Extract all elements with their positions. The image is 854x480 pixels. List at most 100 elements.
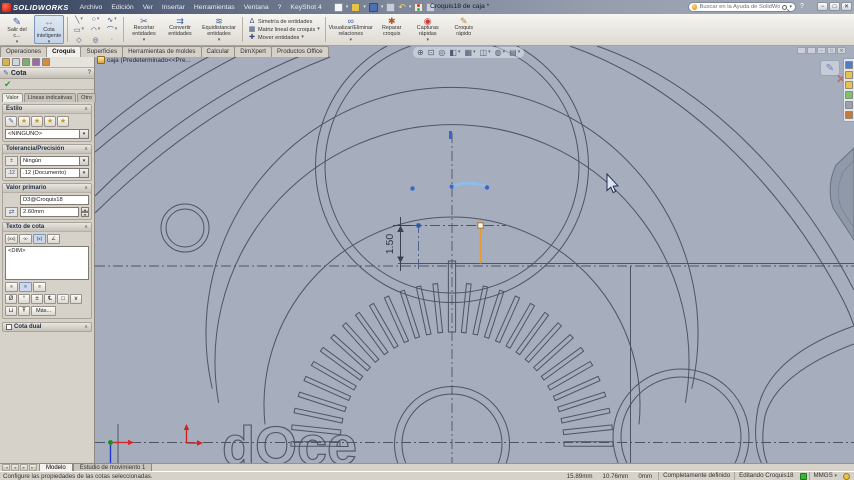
view-orientation-icon[interactable]: ▦ ▾ <box>464 48 475 58</box>
zoom-fit-icon[interactable]: ⊕ <box>417 48 424 58</box>
apply-scene-icon[interactable]: ▤ ▾ <box>509 48 520 58</box>
more-symbols-button[interactable]: Más... <box>31 306 57 316</box>
tab-productos-office[interactable]: Productos Office <box>271 46 329 57</box>
collapse-icon[interactable]: ∧ <box>84 324 88 330</box>
first-tab-icon[interactable]: |◄ <box>2 464 10 471</box>
arc-tool[interactable]: ◠ ▾ <box>88 25 104 35</box>
trim-entities-button[interactable]: ✂ Recortar entidades ▾ <box>127 15 161 44</box>
collapse-icon[interactable]: ∧ <box>84 146 88 152</box>
sketch-text-logo[interactable]: dOce <box>221 415 357 463</box>
close-button[interactable]: ✕ <box>841 2 852 11</box>
degree-symbol-button[interactable]: ° <box>18 294 30 304</box>
flyout-feature-tree[interactable]: caja (Predeterminado<<Pre... <box>97 56 191 64</box>
tab-valor[interactable]: Valor <box>2 93 23 102</box>
collapse-icon[interactable]: ∧ <box>84 224 88 230</box>
zoom-area-icon[interactable]: ⊡ <box>428 48 435 58</box>
quick-tips-icon[interactable] <box>799 472 807 480</box>
style-delete-button[interactable]: ★ <box>31 116 43 127</box>
sketch-point[interactable] <box>484 185 490 190</box>
property-manager-icon[interactable] <box>12 58 20 66</box>
style-dropdown[interactable]: <NINGUNO> ▾ <box>5 129 89 139</box>
sketch-point[interactable] <box>449 131 452 139</box>
tab-croquis[interactable]: Croquis <box>46 46 82 57</box>
open-icon[interactable] <box>351 2 361 12</box>
dimension-name-field[interactable]: D3@Croquis18 <box>20 195 89 205</box>
tab-operaciones[interactable]: Operaciones <box>0 46 48 57</box>
dimension-text[interactable]: 1.50 <box>384 234 396 255</box>
dual-dimension-checkbox[interactable] <box>6 324 12 330</box>
circle-tool[interactable]: ○ ▾ <box>88 15 104 25</box>
restore-button[interactable]: □ <box>829 2 840 11</box>
save-icon[interactable] <box>368 2 378 12</box>
hide-show-items-icon[interactable]: ◍ ▾ <box>495 48 506 58</box>
sketch-point[interactable] <box>449 184 454 189</box>
configuration-manager-icon[interactable] <box>22 58 30 66</box>
justify-left-button[interactable]: ≡ <box>5 282 18 292</box>
plusminus-symbol-button[interactable]: ± <box>31 294 43 304</box>
dropdown-arrow-icon[interactable]: ▾ <box>79 157 88 165</box>
minimize-button[interactable]: − <box>817 2 828 11</box>
style-apply-default-button[interactable]: ✎ <box>5 116 17 127</box>
tolerance-dropdown[interactable]: Ningún ▾ <box>20 156 89 166</box>
ellipse-tool[interactable]: ⌒ ▾ <box>104 25 120 35</box>
doc-next-icon[interactable] <box>807 47 816 54</box>
tab-lineas-indicativas[interactable]: Líneas indicativas <box>23 93 77 102</box>
display-manager-icon[interactable] <box>42 58 50 66</box>
dimxpert-manager-icon[interactable] <box>32 58 40 66</box>
spline-tool[interactable]: ∿ ▾ <box>104 15 120 25</box>
tab-dimxpert[interactable]: DimXpert <box>234 46 272 57</box>
dropdown-arrow-icon[interactable]: ▾ <box>79 169 88 177</box>
search-tab-icon[interactable] <box>845 91 853 99</box>
dropdown-arrow-icon[interactable]: ▾ <box>79 130 88 138</box>
tab-otro[interactable]: Otro <box>77 93 97 102</box>
tab-estudio-movimiento[interactable]: Estudio de movimiento 1 <box>72 463 153 471</box>
snapshots-button[interactable]: ◉ Capturas rápidas ▾ <box>411 15 445 44</box>
style-load-button[interactable]: ★ <box>57 116 69 127</box>
exit-sketch-button[interactable]: ✎ Salir del c... ▾ <box>2 15 32 44</box>
resources-tab-icon[interactable] <box>845 61 853 69</box>
menu-archivo[interactable]: Archivo <box>80 4 103 11</box>
precision-dropdown[interactable]: .12 (Documento) ▾ <box>20 168 89 178</box>
sketch-endpoint-handle[interactable] <box>477 222 484 229</box>
slot-symbol-button[interactable]: ⊔ <box>5 306 17 316</box>
tab-modelo[interactable]: Modelo <box>39 463 73 471</box>
menu-herramientas[interactable]: Herramientas <box>194 4 235 11</box>
feature-manager-icon[interactable] <box>2 58 10 66</box>
inspection-toggle[interactable]: -x- <box>19 234 32 244</box>
ok-check-icon[interactable]: ✔ <box>4 79 12 90</box>
menu-keyshot[interactable]: KeyShot 4 <box>290 4 321 11</box>
print-icon[interactable] <box>386 2 396 12</box>
style-add-button[interactable]: ★ <box>18 116 30 127</box>
move-entities-button[interactable]: ✚ Mover entidades ▾ <box>248 34 320 41</box>
search-icon[interactable] <box>782 4 788 10</box>
collapse-icon[interactable]: ∧ <box>84 106 88 112</box>
previous-view-icon[interactable]: ◎ <box>438 48 445 58</box>
rebuild-icon[interactable] <box>414 2 424 12</box>
appearances-tab-icon[interactable] <box>845 101 853 109</box>
sync-value-icon[interactable]: ⇄ <box>5 207 18 217</box>
paren-toggle[interactable]: (x) <box>33 234 46 244</box>
file-explorer-tab-icon[interactable] <box>845 81 853 89</box>
last-tab-icon[interactable]: ►| <box>29 464 37 471</box>
tab-calcular[interactable]: Calcular <box>200 46 236 57</box>
prev-tab-icon[interactable]: ◄ <box>11 464 19 471</box>
new-document-icon[interactable] <box>333 2 343 12</box>
doc-prev-icon[interactable] <box>797 47 806 54</box>
display-style-icon[interactable]: ◫ ▾ <box>480 48 491 58</box>
sketch-point[interactable] <box>410 186 415 191</box>
display-relations-button[interactable]: ∞ Visualizar/Eliminar relaciones ▾ <box>329 15 373 44</box>
justify-right-button[interactable]: ≡ <box>33 282 46 292</box>
undo-icon[interactable]: ↶ <box>398 2 406 12</box>
panel-help-icon[interactable]: ? <box>88 70 91 76</box>
menu-ventana[interactable]: Ventana <box>244 4 269 11</box>
menu-insertar[interactable]: Insertar <box>162 4 185 11</box>
section-view-icon[interactable]: ◧ ▾ <box>449 48 460 58</box>
design-library-tab-icon[interactable] <box>845 71 853 79</box>
value-spinner[interactable]: ▴ ▾ <box>81 207 89 217</box>
depth-symbol-button[interactable]: Ŧ <box>18 306 30 316</box>
next-tab-icon[interactable]: ► <box>20 464 28 471</box>
mirror-entities-button[interactable]: Δ Simetría de entidades <box>248 18 320 25</box>
slot-tool[interactable]: ◎ <box>88 35 104 45</box>
help-tip-icon[interactable] <box>843 472 850 480</box>
justify-center-button[interactable]: ≡ <box>19 282 32 292</box>
